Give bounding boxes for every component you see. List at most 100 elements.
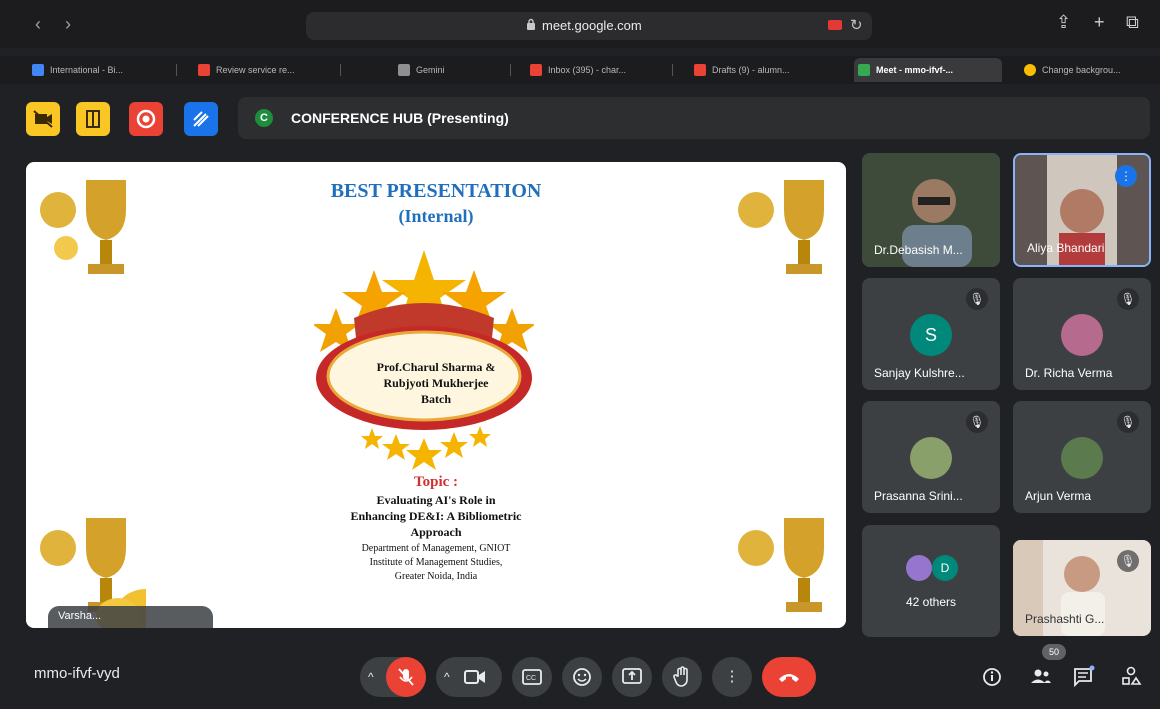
record-extension-button[interactable] bbox=[129, 102, 163, 136]
mic-toggle-group[interactable]: ^ bbox=[360, 657, 426, 697]
shared-slide: BEST PRESENTATION (Internal) Prof.Charul… bbox=[26, 162, 846, 628]
favicon-icon bbox=[32, 64, 44, 76]
tab-inbox[interactable]: Inbox (395) - char... bbox=[526, 58, 656, 82]
gemini-icon bbox=[398, 64, 410, 76]
mic-off-icon: 🎙 bbox=[1117, 288, 1139, 310]
slide-title: BEST PRESENTATION bbox=[330, 180, 542, 202]
leave-call-button[interactable] bbox=[762, 657, 816, 697]
people-button[interactable] bbox=[1026, 662, 1056, 692]
emoji-icon bbox=[573, 668, 591, 686]
tab-separator bbox=[176, 64, 177, 76]
mic-off-button[interactable] bbox=[386, 657, 426, 697]
tab-drafts[interactable]: Drafts (9) - alumn... bbox=[690, 58, 825, 82]
more-options-button[interactable]: ⋮ bbox=[712, 657, 752, 697]
participant-tile[interactable]: 🎙 Prashashti G... bbox=[1013, 540, 1151, 636]
topic-line: Approach bbox=[410, 525, 462, 539]
tab-strip: International - Bi... Review service re.… bbox=[0, 56, 1160, 84]
chevron-up-icon[interactable]: ^ bbox=[444, 657, 450, 697]
gmail-icon bbox=[198, 64, 210, 76]
address-bar[interactable]: meet.google.com ↻ bbox=[306, 12, 872, 40]
others-count: 42 others bbox=[905, 595, 957, 609]
tab-label: Gemini bbox=[416, 65, 445, 75]
participant-name: Arjun Verma bbox=[1025, 489, 1092, 503]
tab-meet[interactable]: Meet - mmo-ifvf-... bbox=[854, 58, 1002, 82]
chevron-up-icon[interactable]: ^ bbox=[368, 657, 374, 697]
camera-in-use-icon[interactable] bbox=[828, 20, 842, 30]
tab-change-background[interactable]: Change backgrou... bbox=[1020, 58, 1156, 82]
door-extension-button[interactable] bbox=[76, 102, 110, 136]
forward-icon[interactable]: › bbox=[58, 14, 78, 34]
department-line: Institute of Management Studies, bbox=[369, 557, 503, 568]
participant-tile[interactable]: 🎙 Arjun Verma bbox=[1013, 401, 1151, 513]
presenting-text: CONFERENCE HUB (Presenting) bbox=[291, 110, 509, 126]
chrome-icon bbox=[1024, 64, 1036, 76]
chat-button[interactable] bbox=[1068, 662, 1098, 692]
tab-label: International - Bi... bbox=[50, 65, 124, 75]
participant-name: Dr. Richa Verma bbox=[1025, 366, 1113, 380]
awardee-line: Prof.Charul Sharma & bbox=[376, 360, 496, 374]
topic-line: Enhancing DE&I: A Bibliometric bbox=[350, 509, 522, 523]
gmail-icon bbox=[694, 64, 706, 76]
participant-tile[interactable]: 🎙 Dr. Richa Verma bbox=[1013, 278, 1151, 390]
topic-line: Evaluating AI's Role in bbox=[376, 493, 496, 507]
captions-icon: CC bbox=[522, 669, 542, 685]
pen-extension-button[interactable] bbox=[184, 102, 218, 136]
tab-overview-icon[interactable]: ⧉ bbox=[1126, 12, 1139, 33]
mic-off-icon: 🎙 bbox=[1117, 411, 1139, 433]
tab-international[interactable]: International - Bi... bbox=[28, 58, 158, 82]
svg-text:CC: CC bbox=[526, 675, 536, 682]
others-tile[interactable]: D 42 others bbox=[862, 525, 1000, 637]
avatar bbox=[1061, 314, 1103, 356]
info-icon bbox=[983, 668, 1001, 686]
browser-toolbar: ‹ › meet.google.com ↻ ⇪ + ⧉ bbox=[0, 0, 1160, 48]
participant-tile[interactable]: ⋮ Aliya Bhandari bbox=[1013, 153, 1151, 267]
mic-off-icon: 🎙 bbox=[966, 411, 988, 433]
more-vert-icon: ⋮ bbox=[724, 668, 740, 685]
department-line: Department of Management, GNIOT bbox=[361, 543, 511, 554]
participant-name: Aliya Bhandari bbox=[1027, 241, 1105, 255]
tab-label: Change backgrou... bbox=[1042, 65, 1121, 75]
avatar: D bbox=[932, 555, 958, 581]
awardee-line: Batch bbox=[421, 392, 451, 406]
presenter-avatar: C bbox=[255, 109, 273, 127]
activities-button[interactable] bbox=[1116, 662, 1146, 692]
share-icon[interactable]: ⇪ bbox=[1056, 12, 1071, 33]
participant-tile[interactable]: 🎙 S Sanjay Kulshre... bbox=[862, 278, 1000, 390]
avatar bbox=[1061, 437, 1103, 479]
new-tab-icon[interactable]: + bbox=[1094, 12, 1105, 33]
back-icon[interactable]: ‹ bbox=[28, 14, 48, 34]
hand-icon bbox=[673, 666, 688, 687]
participant-count-badge: 50 bbox=[1042, 644, 1066, 660]
avatar bbox=[910, 437, 952, 479]
gmail-icon bbox=[530, 64, 542, 76]
present-screen-icon bbox=[622, 668, 642, 684]
tab-separator bbox=[510, 64, 511, 76]
presenting-banner: C CONFERENCE HUB (Presenting) bbox=[238, 97, 1150, 139]
emoji-button[interactable] bbox=[562, 657, 602, 697]
tab-label: Review service re... bbox=[216, 65, 295, 75]
participant-name: Prasanna Srini... bbox=[874, 489, 963, 503]
tab-separator bbox=[340, 64, 341, 76]
reload-icon[interactable]: ↻ bbox=[850, 16, 863, 34]
avatar bbox=[906, 555, 932, 581]
captions-button[interactable]: CC bbox=[512, 657, 552, 697]
avatar: S bbox=[910, 314, 952, 356]
participant-name: Prashashti G... bbox=[1025, 612, 1105, 626]
participant-name: Sanjay Kulshre... bbox=[874, 366, 965, 380]
participant-tile[interactable]: Dr.Debasish M... bbox=[862, 153, 1000, 267]
participant-tile[interactable]: 🎙 Prasanna Srini... bbox=[862, 401, 1000, 513]
meet-icon bbox=[858, 64, 870, 76]
raise-hand-button[interactable] bbox=[662, 657, 702, 697]
camera-icon bbox=[464, 670, 485, 684]
mic-off-icon: 🎙 bbox=[966, 288, 988, 310]
camera-off-extension-button[interactable] bbox=[26, 102, 60, 136]
meeting-code: mmo-ifvf-vyd bbox=[34, 665, 120, 682]
tab-review-service[interactable]: Review service re... bbox=[194, 58, 324, 82]
meet-window: ‹ › meet.google.com ↻ ⇪ + ⧉ Internationa… bbox=[0, 0, 1160, 709]
camera-toggle-group[interactable]: ^ bbox=[436, 657, 502, 697]
topic-label: Topic : bbox=[413, 474, 459, 490]
present-button[interactable] bbox=[612, 657, 652, 697]
tab-gemini[interactable]: Gemini bbox=[394, 58, 514, 82]
camera-off-icon bbox=[33, 110, 53, 128]
meeting-info-button[interactable] bbox=[977, 662, 1007, 692]
